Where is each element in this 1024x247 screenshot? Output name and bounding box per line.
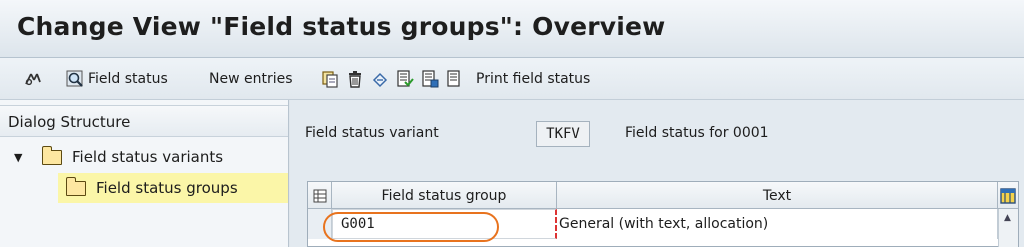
page-title: Change View "Field status groups": Overv… [17, 12, 666, 41]
new-entries-label: New entries [209, 71, 293, 87]
column-settings-icon [1000, 187, 1016, 204]
select-table-icon [313, 189, 326, 202]
table-header: Field status group Text [308, 182, 1018, 209]
column-header-text[interactable]: Text [557, 182, 998, 209]
tree-item-label: Field status groups [96, 179, 238, 197]
dialog-structure-title: Dialog Structure [8, 113, 131, 131]
print-field-status-button[interactable]: Print field status [476, 68, 590, 90]
field-status-icon [66, 70, 83, 87]
display-change-button[interactable] [24, 68, 42, 90]
copy-as-button[interactable] [321, 68, 339, 90]
undo-icon [372, 72, 388, 88]
detail-area: Field status variant TKFV Field status f… [290, 100, 1024, 247]
tree-item-field-status-groups[interactable]: Field status groups [58, 173, 288, 203]
text-cell-value: General (with text, allocation) [559, 216, 769, 232]
column-header-field-status-group[interactable]: Field status group [332, 182, 557, 209]
undo-change-button[interactable] [371, 68, 389, 90]
table-row[interactable]: G001 General (with text, allocation) [308, 209, 1018, 239]
text-cell: General (with text, allocation) [557, 209, 998, 239]
field-status-group-value: G001 [341, 216, 375, 232]
field-status-variant-description: Field status for 0001 [625, 125, 769, 141]
deselect-all-button[interactable] [446, 68, 464, 90]
deselect-all-icon [447, 70, 460, 87]
dialog-structure-panel: Dialog Structure ▼ Field status variants… [0, 100, 289, 247]
delete-button[interactable] [346, 68, 364, 90]
copy-icon [322, 71, 338, 88]
column-select-all-button[interactable] [308, 182, 332, 209]
vertical-scrollbar[interactable]: ▲ [998, 209, 1018, 247]
field-status-group-input[interactable]: G001 [332, 209, 557, 239]
open-folder-icon [65, 176, 86, 196]
title-bar: Change View "Field status groups": Overv… [0, 0, 1024, 58]
field-status-groups-table: Field status group Text G001 General (wi… [307, 181, 1019, 247]
field-status-variant-value: TKFV [546, 126, 580, 142]
new-entries-button[interactable]: New entries [209, 68, 293, 90]
application-toolbar: Field status New entries Print field sta… [0, 58, 1024, 100]
field-status-button[interactable]: Field status [66, 68, 168, 90]
select-all-button[interactable] [396, 68, 414, 90]
field-status-variant-field: TKFV [536, 121, 590, 147]
expand-triangle-icon[interactable]: ▼ [14, 151, 32, 164]
print-field-status-label: Print field status [476, 71, 591, 87]
field-status-label: Field status [88, 71, 168, 87]
display-change-icon [25, 73, 41, 86]
table-settings-button[interactable] [998, 182, 1018, 209]
field-status-variant-label: Field status variant [305, 125, 439, 141]
tree-item-field-status-variants[interactable]: ▼ Field status variants [0, 142, 288, 172]
trash-icon [349, 71, 361, 88]
select-all-icon [397, 70, 414, 87]
select-block-button[interactable] [421, 68, 439, 90]
row-selector[interactable] [308, 209, 332, 239]
dialog-structure-header: Dialog Structure [0, 105, 288, 137]
folder-icon [41, 145, 62, 165]
tree-item-label: Field status variants [72, 148, 224, 166]
scroll-up-arrow-icon[interactable]: ▲ [1004, 213, 1011, 223]
select-block-icon [422, 70, 439, 88]
